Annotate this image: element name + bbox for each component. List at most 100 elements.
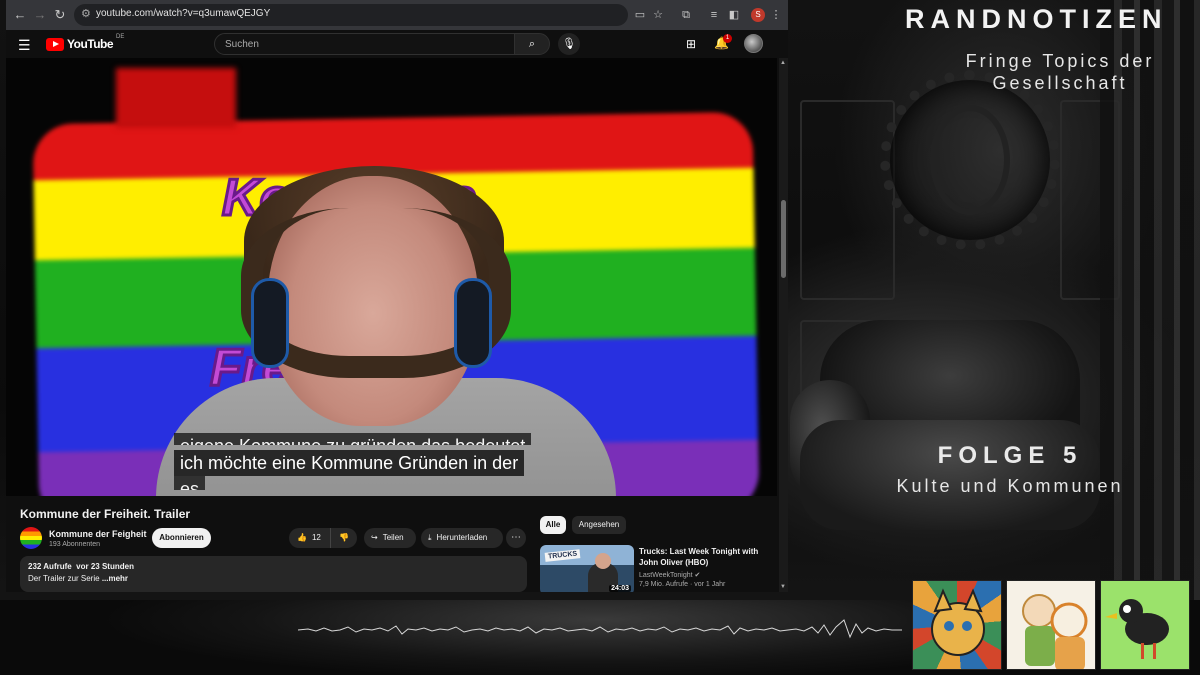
mosaic-cat-icon [931,588,985,656]
like-dislike-group: 👍 12 👎 [289,528,357,548]
video-red-patch [116,68,236,128]
wall-panel [800,100,895,300]
media-controls-icon[interactable]: ≡ [706,7,722,23]
thumbs-down-icon: 👎 [339,533,349,542]
video-duration: 24:03 [609,585,631,592]
scroll-up-icon[interactable]: ▲ [780,60,786,66]
back-button[interactable]: ← [10,5,30,25]
video-description[interactable]: 232 Aufrufe vor 23 Stunden Der Trailer z… [20,556,527,592]
youtube-wordmark: YouTube [67,37,114,51]
scroll-down-icon[interactable]: ▼ [780,584,786,590]
recommendation-thumbnail[interactable]: TRUCKS 24:03 [540,545,634,592]
browser-window: ← → ↻ ⚙ youtube.com/watch?v=q3umawQEJGY … [6,0,788,592]
search-box[interactable] [214,33,516,55]
arrow-right-icon: → [33,7,47,22]
scrollbar-thumb[interactable] [781,200,786,278]
recommendation-title[interactable]: Trucks: Last Week Tonight with John Oliv… [639,546,769,568]
bookmark-star-icon[interactable]: ☆ [650,7,666,23]
microphone-icon: 🎙 [562,38,576,50]
search-input[interactable] [225,37,505,52]
subtitle-line-previous: eigene Kommune zu gründen das bedeutet [174,433,532,445]
video-camera-plus-icon: ⊞ [686,37,697,51]
address-bar[interactable]: ⚙ youtube.com/watch?v=q3umawQEJGY [74,4,628,26]
curtain [1100,0,1200,675]
share-arrow-icon: ↪ [371,533,378,542]
recommendation-meta: 7,9 Mio. Aufrufe · vor 1 Jahr [639,581,726,588]
description-meta: 232 Aufrufe vor 23 Stunden [28,562,519,571]
thumbs-up-icon: 👍 [297,533,307,542]
search-button[interactable]: ⌕ [514,33,550,55]
voice-search-button[interactable]: 🎙 [558,33,580,55]
episode-number: FOLGE 5 [937,442,1083,469]
episode-title: Kulte und Kommunen [896,476,1124,496]
notification-badge: 1 [723,34,732,43]
page-scrollbar[interactable]: ▲ ▼ [779,58,788,592]
arrow-left-icon: ← [13,7,27,22]
filter-chip-watched[interactable]: Angesehen [572,516,626,534]
dislike-button[interactable]: 👎 [331,528,357,548]
thumbnail-badge: TRUCKS [544,549,581,562]
youtube-play-icon [46,37,64,51]
kebab-menu-icon[interactable]: ⋮ [768,7,784,23]
more-actions-button[interactable]: ⋯ [506,528,526,548]
headset-right-icon [454,278,492,368]
reload-button[interactable]: ↻ [50,5,70,25]
thumbnail-host-face [595,553,611,569]
video-title: Kommune der Freiheit. Trailer [20,507,191,521]
show-title: RANDNOTIZEN [905,4,1168,34]
waveform-line [298,619,902,639]
youtube-logo[interactable]: YouTube DE [46,34,125,51]
channel-name[interactable]: Kommune der Feigheit [49,529,147,539]
subscriber-count: 193 Abonnenten [49,541,100,548]
url-text: youtube.com/watch?v=q3umawQEJGY [96,8,271,19]
headset-left-icon [251,278,289,368]
account-avatar[interactable] [744,34,763,53]
side-panel-icon[interactable]: ◧ [726,7,742,23]
artwork-thumbnail-cartoon-bird [1100,580,1190,670]
youtube-header: ☰ YouTube DE ⌕ 🎙 ⊞ 🔔 1 [6,30,788,58]
profile-avatar[interactable]: S [751,8,765,22]
description-more-link[interactable]: ...mehr [102,574,128,583]
search-icon: ⌕ [528,38,536,50]
artwork-thumbnail-cartoon-pair [1006,580,1096,670]
extensions-icon[interactable]: ⧉ [678,7,694,23]
artwork-thumbnail-mosaic-cat [912,580,1002,670]
hamburger-menu-icon[interactable]: ☰ [18,37,31,54]
cartoon-bird-icon [1105,599,1169,659]
show-subtitle: Fringe Topics der Gesellschaft [965,51,1155,93]
recommendation-channel-name: LastWeekTonight [639,572,693,579]
sofa-seat [800,420,1100,530]
forward-button[interactable]: → [30,5,50,25]
like-count: 12 [311,533,321,542]
filter-chip-all[interactable]: Alle [540,516,566,534]
subtitle-line-next: es [174,476,206,490]
site-info-icon[interactable]: ⚙ [81,7,91,20]
cartoon-pair-icon [1022,594,1088,669]
view-count: 232 Aufrufe [28,562,72,571]
video-subtitles: eigene Kommune zu gründen das bedeutet i… [174,432,546,495]
download-button[interactable]: ⤓ Herunterladen [421,528,503,548]
browser-toolbar: ← → ↻ ⚙ youtube.com/watch?v=q3umawQEJGY … [6,0,788,30]
recommendation-views: 7,9 Mio. Aufrufe [639,581,689,588]
download-label: Herunterladen [436,533,488,542]
install-app-icon[interactable]: ▭ [632,7,648,23]
download-icon: ⤓ [428,533,432,542]
like-button[interactable]: 👍 12 [289,528,331,548]
description-text-row: Der Trailer zur Serie ...mehr [28,574,519,583]
ellipsis-icon: ⋯ [511,532,521,543]
channel-avatar[interactable] [20,527,42,549]
share-button[interactable]: ↪ Teilen [364,528,416,548]
description-text: Der Trailer zur Serie [28,574,100,583]
country-code: DE [116,34,125,40]
upload-age: vor 23 Stunden [76,562,134,571]
recommendation-age: vor 1 Jahr [694,581,726,588]
create-video-button[interactable]: ⊞ [686,37,696,51]
recommendation-channel[interactable]: LastWeekTonight ✔ [639,571,700,579]
subscribe-button[interactable]: Abonnieren [152,528,211,548]
video-player[interactable]: Kommune Freiheit eigene Kommune zu gründ… [6,58,777,496]
subtitle-line-current: ich möchte eine Kommune Gründen in der [174,450,525,476]
verified-check-icon: ✔ [694,572,701,579]
wall-ornament-center [930,105,1010,215]
share-label: Teilen [382,533,404,542]
reload-icon: ↻ [54,7,66,22]
